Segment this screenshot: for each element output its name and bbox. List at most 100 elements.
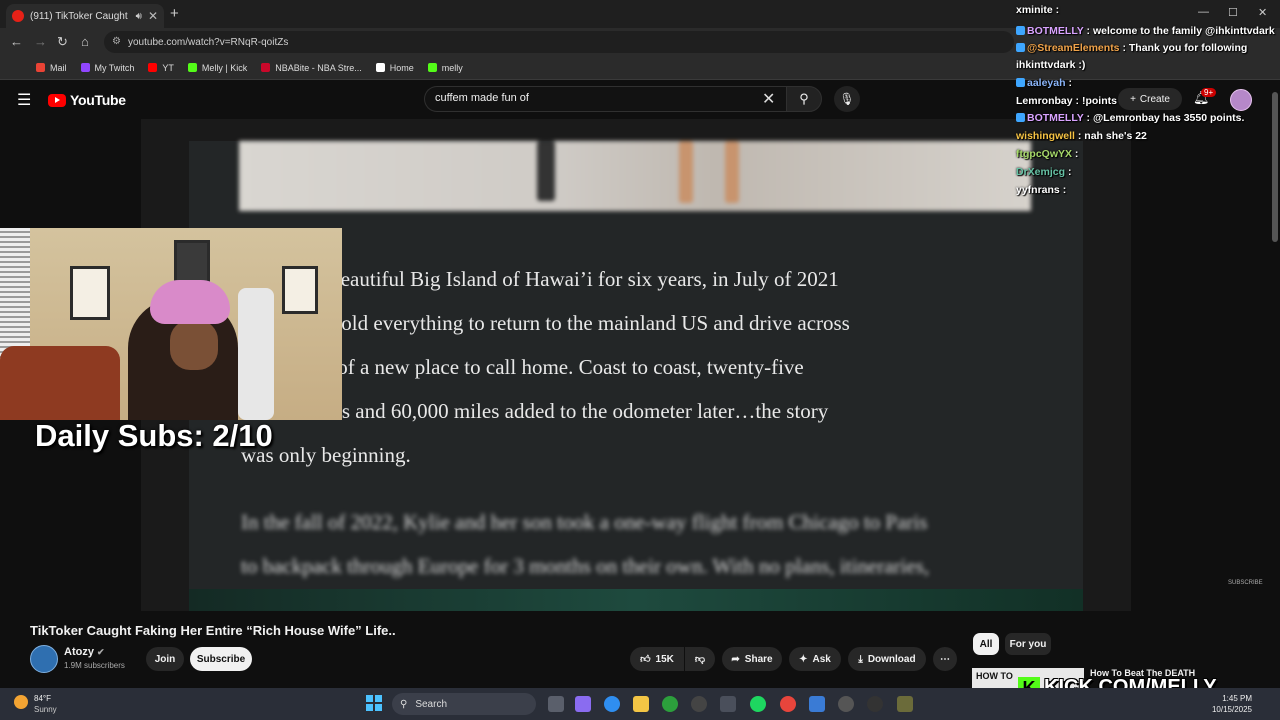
account-avatar[interactable] [1230,89,1252,111]
sub-badge-icon [1016,78,1025,87]
bookmark-home[interactable]: Home [375,63,414,73]
youtube-wordmark: YouTube [70,92,126,108]
xbox-icon[interactable] [662,696,678,712]
youtube-play-icon [48,93,66,107]
article-line: was only beginning. [241,443,411,467]
youtube-favicon-icon [12,10,24,22]
wall-frame [282,266,318,314]
thumbs-down-icon: 👎︎ [694,654,706,665]
chat-message: BOTMELLY : @Lemronbay has 3550 points. [1016,112,1244,124]
notification-badge: 9+ [1201,88,1217,97]
store-icon[interactable] [720,696,736,712]
weather-temperature[interactable]: 84°F [34,694,51,703]
task-view-icon[interactable] [548,696,564,712]
chat-message: yyfnrans : [1016,184,1067,196]
taskbar-date[interactable]: 10/15/2025 [1206,705,1252,714]
spotify-icon[interactable] [750,696,766,712]
channel-name[interactable]: Atozy ✔︎ [64,646,105,658]
back-icon[interactable]: ← [10,34,23,49]
article-line: y in search of a new place to call home.… [241,355,804,379]
photos-icon[interactable] [809,696,825,712]
media-player-icon[interactable] [838,696,854,712]
file-explorer-icon[interactable] [633,696,649,712]
share-button[interactable]: ➦ Share [722,647,782,671]
download-icon: ⤓ [858,653,863,665]
chat-message: ihkinttvdark :) [1016,59,1086,71]
chip-all[interactable]: All [973,633,999,655]
create-button[interactable]: + Create [1118,88,1182,110]
clear-search-icon[interactable]: ✕ [762,89,775,109]
chat-message: xminite : [1016,4,1060,16]
bookmark-mail[interactable]: Mail [36,63,67,73]
minimize-icon[interactable]: — [1198,6,1209,18]
chrome-icon[interactable] [780,696,796,712]
kick-icon [427,63,437,72]
twitch-icon [80,63,90,72]
new-tab-icon[interactable]: + [170,5,179,22]
app-icon[interactable] [867,696,883,712]
chat-message: @StreamElements : Thank you for followin… [1016,42,1247,54]
video-article-photo [239,141,1031,211]
start-icon[interactable] [366,695,382,711]
subscribe-watermark: SUBSCRIBE [1228,580,1263,586]
weather-condition[interactable]: Sunny [34,705,57,714]
home-icon[interactable]: ⌂ [81,34,89,49]
close-tab-icon[interactable]: ✕ [148,9,158,23]
mod-badge-icon [1016,43,1025,52]
video-title: TikToker Caught Faking Her Entire “Rich … [30,623,396,638]
channel-avatar[interactable] [30,645,58,673]
youtube-icon [148,63,158,72]
download-button[interactable]: ⤓ Download [848,647,926,671]
chat-message: ftgpcQwYX : [1016,148,1079,160]
copilot-icon[interactable] [575,696,591,712]
menu-icon[interactable]: ☰ [17,90,31,110]
chip-for-you[interactable]: For you [1005,633,1051,655]
subscriber-count: 1.9M subscribers [64,661,125,670]
subscribe-button[interactable]: Subscribe [190,647,252,671]
more-actions-icon[interactable]: ⋯ [933,647,957,671]
forward-icon[interactable]: → [34,34,47,49]
chat-message: aaleyah : [1016,77,1072,89]
bookmark-my-twitch[interactable]: My Twitch [80,63,134,73]
sparkle-icon: ✦ [799,653,808,665]
taskbar-search[interactable]: ⚲ Search [392,693,536,715]
reload-icon[interactable]: ↻ [57,34,68,50]
video-image-strip [189,589,1083,611]
search-input[interactable]: cuffem made fun of [424,86,786,112]
url-text: youtube.com/watch?v=RNqR-qoitZs [128,36,289,48]
app-icon[interactable] [897,696,913,712]
secondary-column [1131,119,1266,611]
daily-subs-counter: Daily Subs: 2/10 [35,418,273,453]
taskbar-time[interactable]: 1:45 PM [1206,694,1252,703]
ask-button[interactable]: ✦ Ask [789,647,841,671]
chat-message: wishingwell : nah she's 22 [1016,130,1147,142]
chat-message: DrXemjcg : [1016,166,1072,178]
bookmarks-bar: Mail My Twitch YT Melly | Kick NBABite -… [0,56,1280,80]
search-button[interactable]: ⚲ [786,86,822,112]
scrollbar[interactable] [1272,92,1278,242]
bookmark-melly-kick[interactable]: Melly | Kick [187,63,247,73]
wall-frame [70,266,110,320]
weather-sun-icon[interactable] [14,695,28,709]
maximize-icon[interactable]: ☐ [1228,6,1238,19]
edge-icon[interactable] [604,696,620,712]
bookmark-melly[interactable]: melly [427,63,463,73]
dislike-button[interactable]: 👎︎ [685,647,715,671]
bookmark-nbabite[interactable]: NBABite - NBA Stre... [261,63,362,73]
streamer-bonnet [150,280,230,324]
join-button[interactable]: Join [146,647,184,671]
close-window-icon[interactable]: ✕ [1258,6,1267,19]
bookmark-yt[interactable]: YT [148,63,174,73]
voice-search-icon[interactable]: 🎙︎ [834,86,860,112]
obs-icon[interactable] [691,696,707,712]
webcam-overlay [0,228,342,420]
nba-icon [261,63,271,72]
mail-icon [36,63,45,72]
like-button[interactable]: 👍︎ 15K [630,647,684,671]
speaker-icon[interactable]: 🔊︎ [136,11,142,22]
couch [0,346,120,420]
address-bar[interactable]: youtube.com/watch?v=RNqR-qoitZs [104,31,1014,53]
youtube-logo[interactable]: YouTube [48,92,126,108]
browser-tab[interactable]: (911) TikToker Caught Faki 🔊︎ ✕ [6,4,164,28]
site-info-icon[interactable]: ⚙︎ [112,36,121,47]
